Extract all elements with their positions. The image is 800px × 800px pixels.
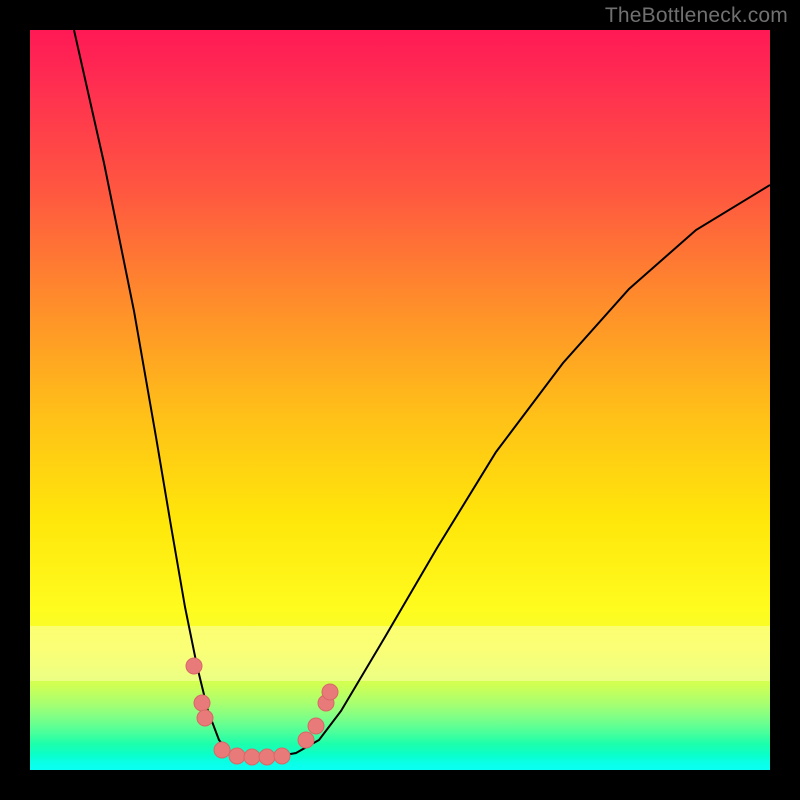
curve-layer [30, 30, 770, 770]
marker-group [186, 658, 338, 765]
marker-p9 [298, 732, 314, 748]
marker-p5 [229, 748, 245, 764]
marker-p10 [308, 718, 324, 734]
marker-p4 [214, 742, 230, 758]
marker-p12 [322, 684, 338, 700]
marker-p3 [197, 710, 213, 726]
marker-p6 [244, 749, 260, 765]
marker-p2 [194, 695, 210, 711]
chart-frame: TheBottleneck.com [0, 0, 800, 800]
bottleneck-curve [74, 30, 770, 757]
marker-p8 [274, 748, 290, 764]
plot-area [30, 30, 770, 770]
watermark-text: TheBottleneck.com [605, 4, 788, 28]
marker-p1 [186, 658, 202, 674]
marker-p7 [259, 749, 275, 765]
